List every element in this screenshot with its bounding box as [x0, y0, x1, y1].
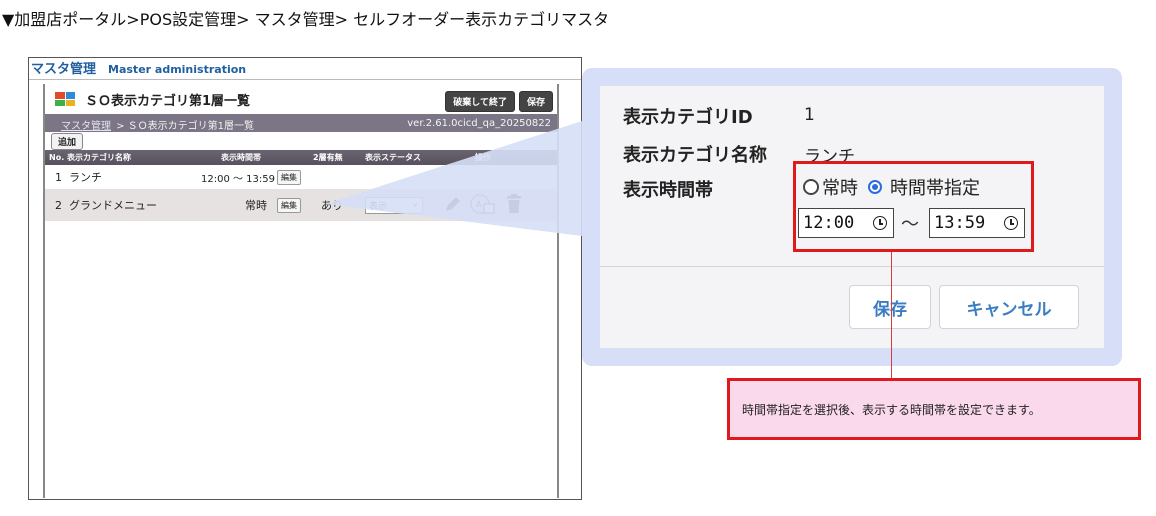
zoom-cancel-button[interactable]: キャンセル: [939, 285, 1079, 329]
category-name-label: 表示カテゴリ名称: [623, 145, 767, 166]
radio-always-label: 常時: [822, 178, 858, 199]
time-from-input[interactable]: 12:00: [798, 208, 894, 238]
zoom-save-button[interactable]: 保存: [849, 285, 931, 329]
clock-icon[interactable]: [1004, 216, 1018, 230]
time-from-value: 12:00: [803, 213, 855, 233]
category-id-value: 1: [804, 105, 815, 125]
radio-timed-label: 時間帯指定: [890, 178, 980, 199]
annotation-connector: [891, 252, 892, 378]
annotation-note: 時間帯指定を選択後、表示する時間帯を設定できます。: [727, 378, 1141, 440]
time-to-value: 13:59: [934, 213, 986, 233]
category-id-label: 表示カテゴリID: [623, 107, 753, 128]
time-range-label: 表示時間帯: [623, 180, 713, 201]
radio-always[interactable]: [803, 179, 819, 195]
time-to-input[interactable]: 13:59: [929, 208, 1025, 238]
zoom-divider: [600, 266, 1104, 267]
time-mode-radio-group: 常時 時間帯指定: [803, 174, 980, 200]
time-range-separator: 〜: [901, 214, 919, 235]
radio-timed[interactable]: [868, 180, 882, 194]
clock-icon[interactable]: [873, 216, 887, 230]
